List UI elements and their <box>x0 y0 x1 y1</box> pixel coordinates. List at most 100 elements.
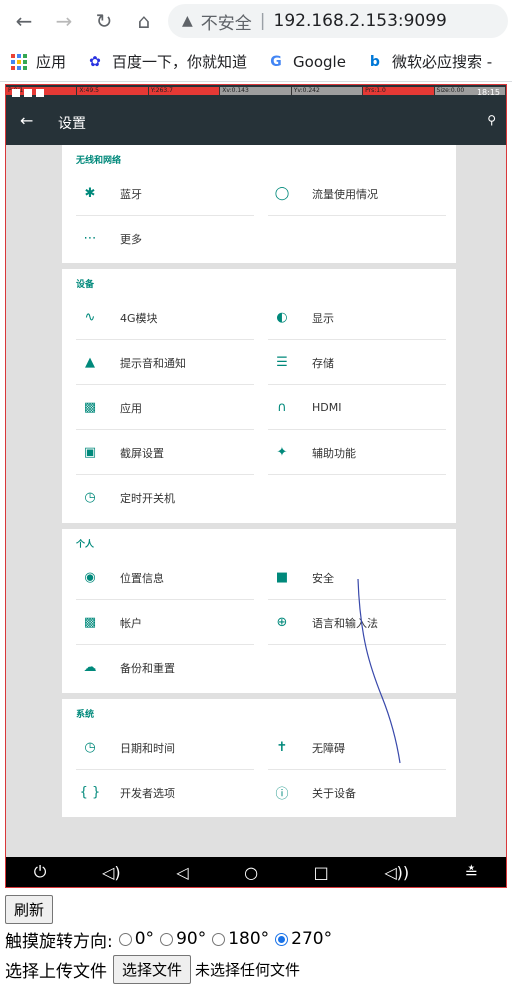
section-wireless: 无线和网络 ✱ 蓝牙 ◯ 流量使用情况 ⋯ 更多 <box>62 145 456 263</box>
section-title: 无线和网络 <box>76 156 122 166</box>
volume-up-icon[interactable]: ◁)) <box>384 863 409 882</box>
setting-accessibility-tools[interactable]: ✦ 辅助功能 <box>268 430 446 475</box>
bookmark-label: Google <box>293 52 346 71</box>
rotation-90-radio[interactable]: 90° <box>160 929 206 949</box>
home-icon[interactable]: ⌂ <box>124 3 164 39</box>
settings-row: ▣ 截屏设置 ✦ 辅助功能 <box>62 430 456 475</box>
rotation-row: 触摸旋转方向: 0° 90° 180° 270° <box>5 924 332 954</box>
bing-icon: b <box>369 53 380 70</box>
choose-file-button[interactable]: 选择文件 <box>113 954 192 984</box>
device-screen[interactable]: P:0/1 X:49.5 Y:263.7 Xv:0.143 Yv:0.242 P… <box>5 84 507 888</box>
no-file-text: 未选择任何文件 <box>195 960 301 979</box>
setting-label: 4G模块 <box>120 311 158 325</box>
setting-screenshot[interactable]: ▣ 截屏设置 <box>76 430 254 475</box>
setting-hdmi[interactable]: ∩ HDMI <box>268 385 446 430</box>
forward-arrow-icon[interactable]: → <box>44 3 84 39</box>
chevrons-down-icon[interactable]: ≛ <box>465 863 478 882</box>
wand-icon: ✦ <box>276 445 288 460</box>
debug-field: Y:263.7 <box>148 87 221 95</box>
accessibility-icon: ✝ <box>276 740 288 755</box>
debug-field: Xv:0.143 <box>220 87 292 95</box>
refresh-button[interactable]: 刷新 <box>5 894 54 924</box>
google-g-icon: G <box>270 53 282 70</box>
upload-label: 选择上传文件 <box>5 961 107 982</box>
setting-data-usage[interactable]: ◯ 流量使用情况 <box>268 171 446 216</box>
image-icon: ▣ <box>83 445 97 460</box>
setting-about[interactable]: ⓘ 关于设备 <box>268 770 446 815</box>
status-time: 18:15 <box>476 88 500 97</box>
power-icon[interactable]: ⏻ <box>34 862 47 882</box>
setting-label: 显示 <box>312 311 334 325</box>
signal-icon: ∿ <box>84 310 96 325</box>
setting-backup-reset[interactable]: ☁ 备份和重置 <box>76 645 254 690</box>
browser-toolbar: ← → ↻ ⌂ ▲ 不安全 | 192.168.2.153:9099 <box>0 0 512 42</box>
bookmark-baidu[interactable]: ✿ 百度一下，你就知道 <box>86 51 247 72</box>
section-title: 设备 <box>76 280 95 290</box>
bookmark-apps[interactable]: 应用 <box>10 51 66 72</box>
reload-icon[interactable]: ↻ <box>84 3 124 39</box>
setting-label: 截屏设置 <box>120 446 164 460</box>
setting-date-time[interactable]: ◷ 日期和时间 <box>76 725 254 770</box>
setting-more[interactable]: ⋯ 更多 <box>76 216 254 261</box>
alarm-icon: ◷ <box>84 490 96 505</box>
back-arrow-icon[interactable]: ← <box>4 3 44 39</box>
phone-status-bar: P:0/1 X:49.5 Y:263.7 Xv:0.143 Yv:0.242 P… <box>6 85 506 99</box>
settings-appbar: ← 设置 ⚲ <box>6 99 506 145</box>
back-arrow-icon[interactable]: ← <box>20 111 33 130</box>
storage-icon: ☰ <box>276 355 288 370</box>
warning-triangle-icon: ▲ <box>182 13 193 29</box>
globe-icon: ⊕ <box>276 615 288 630</box>
setting-label: 存储 <box>312 356 334 370</box>
setting-scheduled-power[interactable]: ◷ 定时开关机 <box>76 475 254 520</box>
setting-label: 安全 <box>312 571 334 585</box>
address-bar[interactable]: ▲ 不安全 | 192.168.2.153:9099 <box>168 4 508 38</box>
bookmark-bing[interactable]: b 微软必应搜索 - <box>366 51 492 72</box>
android-nav-bar: ⏻ ◁) ◁ ○ □ ◁)) ≛ <box>6 857 506 887</box>
rotation-180-radio[interactable]: 180° <box>212 929 269 949</box>
cloud-upload-icon: ☁ <box>83 660 97 675</box>
setting-bluetooth[interactable]: ✱ 蓝牙 <box>76 171 254 216</box>
touch-trace <box>357 578 401 764</box>
setting-storage[interactable]: ☰ 存储 <box>268 340 446 385</box>
bookmark-label: 百度一下，你就知道 <box>112 53 248 71</box>
info-icon: ⓘ <box>275 787 289 802</box>
setting-label: HDMI <box>312 401 342 414</box>
baidu-paw-icon: ✿ <box>89 53 101 70</box>
volume-down-icon[interactable]: ◁) <box>102 863 121 882</box>
setting-label: 应用 <box>120 401 142 415</box>
rotation-270-radio[interactable]: 270° <box>275 929 332 949</box>
bookmark-label: 微软必应搜索 - <box>391 53 493 71</box>
setting-location[interactable]: ◉ 位置信息 <box>76 555 254 600</box>
page-controls: 刷新 触摸旋转方向: 0° 90° 180° 270° 选择上传文件 选择文件 … <box>5 894 332 984</box>
settings-row: ∿ 4G模块 ◐ 显示 <box>62 295 456 340</box>
apps-grid-icon <box>10 53 28 71</box>
bookmark-google[interactable]: G Google <box>267 53 346 71</box>
debug-field: Yv:0.242 <box>291 87 364 95</box>
setting-display[interactable]: ◐ 显示 <box>268 295 446 340</box>
page-title: 设置 <box>58 116 86 132</box>
location-icon: ◉ <box>84 570 96 585</box>
address-separator: | <box>259 11 266 31</box>
rotation-0-radio[interactable]: 0° <box>118 929 154 949</box>
home-circle-icon[interactable]: ○ <box>244 863 258 882</box>
setting-4g[interactable]: ∿ 4G模块 <box>76 295 254 340</box>
setting-accounts[interactable]: ▩ 帐户 <box>76 600 254 645</box>
settings-row: ✱ 蓝牙 ◯ 流量使用情况 <box>62 171 456 216</box>
setting-apps[interactable]: ▩ 应用 <box>76 385 254 430</box>
setting-sound-notify[interactable]: ▲ 提示音和通知 <box>76 340 254 385</box>
setting-label: 开发者选项 <box>120 786 175 800</box>
section-title: 个人 <box>76 540 95 550</box>
account-icon: ▩ <box>83 615 97 630</box>
more-icon: ⋯ <box>83 231 97 246</box>
back-triangle-icon[interactable]: ◁ <box>176 863 188 882</box>
settings-row: ▩ 应用 ∩ HDMI <box>62 385 456 430</box>
search-icon[interactable]: ⚲ <box>487 113 496 127</box>
insecure-label: 不安全 <box>200 13 252 34</box>
setting-developer[interactable]: { } 开发者选项 <box>76 770 254 815</box>
android-icon: ▩ <box>83 400 97 415</box>
recents-square-icon[interactable]: □ <box>314 863 329 882</box>
url-text: 192.168.2.153:9099 <box>273 11 447 31</box>
setting-label: 提示音和通知 <box>120 356 186 370</box>
setting-label: 备份和重置 <box>120 661 175 675</box>
setting-label: 流量使用情况 <box>312 187 378 201</box>
